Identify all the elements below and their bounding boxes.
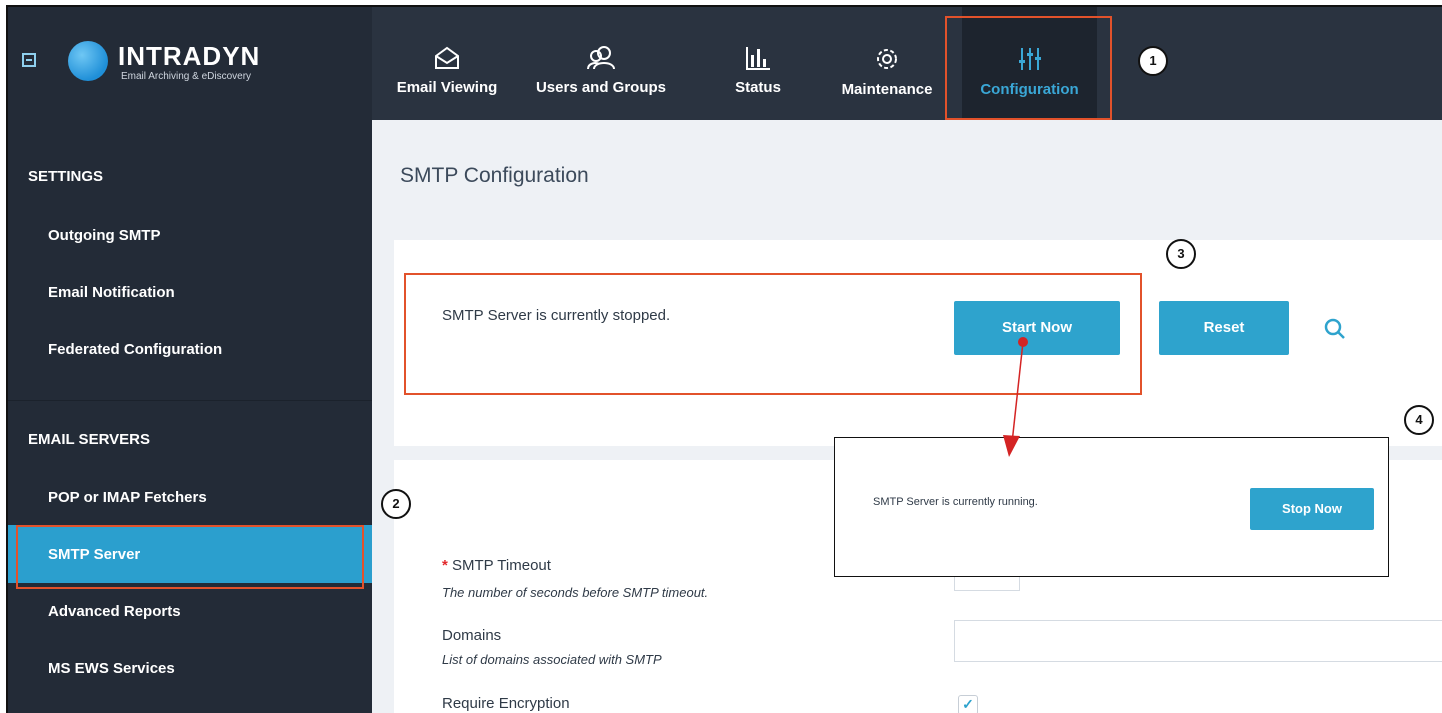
nav-label: Email Viewing [396, 79, 498, 96]
nav-status[interactable]: Status [708, 7, 808, 120]
menu-toggle-icon[interactable] [22, 53, 36, 67]
nav-label: Status [735, 79, 781, 96]
callout-box-smtp-server [16, 525, 364, 589]
domains-label: Domains [442, 627, 502, 644]
sidebar-item-advanced-reports[interactable]: Advanced Reports [48, 603, 181, 620]
search-icon[interactable] [1323, 317, 1347, 341]
nav-maintenance[interactable]: Maintenance [832, 7, 942, 120]
popup-status-text: SMTP Server is currently running. [873, 496, 1038, 508]
smtp-timeout-help: The number of seconds before SMTP timeou… [442, 585, 709, 600]
running-state-popup: SMTP Server is currently running. Stop N… [834, 437, 1389, 577]
top-navigation-bar: INTRADYN Email Archiving & eDiscovery Em… [8, 7, 1442, 120]
page-title: SMTP Configuration [400, 164, 589, 187]
screenshot-frame: INTRADYN Email Archiving & eDiscovery Em… [6, 5, 1442, 713]
bar-chart-icon [746, 47, 770, 70]
nav-email-viewing[interactable]: Email Viewing [382, 7, 512, 120]
callout-1: 1 [1138, 46, 1168, 76]
sidebar-heading-settings: SETTINGS [28, 168, 104, 185]
require-encryption-label: Require Encryption [442, 695, 570, 712]
main-nav: Email Viewing Users and Groups Status Ma… [372, 7, 1442, 120]
sidebar-item-outgoing-smtp[interactable]: Outgoing SMTP [48, 227, 160, 244]
required-marker: * [442, 557, 448, 574]
callout-box-configuration [945, 16, 1112, 120]
sidebar: SETTINGS Outgoing SMTP Email Notificatio… [8, 120, 372, 713]
brand-tagline: Email Archiving & eDiscovery [121, 71, 252, 82]
sidebar-item-email-notification[interactable]: Email Notification [48, 284, 175, 301]
domains-help: List of domains associated with SMTP [442, 652, 662, 667]
smtp-timeout-label-text: SMTP Timeout [452, 557, 551, 574]
brand-name: INTRADYN [118, 41, 261, 71]
nav-users-and-groups[interactable]: Users and Groups [520, 7, 682, 120]
stop-now-button[interactable]: Stop Now [1250, 488, 1374, 530]
smtp-timeout-label: * SMTP Timeout [442, 557, 551, 574]
sidebar-item-ms-ews-services[interactable]: MS EWS Services [48, 660, 175, 677]
nav-label: Maintenance [841, 81, 933, 98]
users-icon [587, 46, 615, 70]
callout-4: 4 [1404, 405, 1434, 435]
envelope-icon [435, 46, 459, 69]
brand-logo-icon [68, 41, 108, 81]
domains-input[interactable] [954, 620, 1442, 662]
sidebar-heading-email-servers: EMAIL SERVERS [28, 431, 150, 448]
callout-2: 2 [381, 489, 411, 519]
require-encryption-checkbox[interactable]: ✓ [958, 695, 978, 713]
nav-label: Users and Groups [535, 79, 667, 96]
sidebar-divider [8, 400, 372, 401]
sidebar-item-pop-imap-fetchers[interactable]: POP or IMAP Fetchers [48, 489, 207, 506]
sidebar-item-federated-configuration[interactable]: Federated Configuration [48, 341, 222, 358]
callout-3: 3 [1166, 239, 1196, 269]
reset-button[interactable]: Reset [1159, 301, 1289, 355]
gear-icon [877, 49, 897, 69]
annotation-arrow [1003, 337, 1028, 457]
